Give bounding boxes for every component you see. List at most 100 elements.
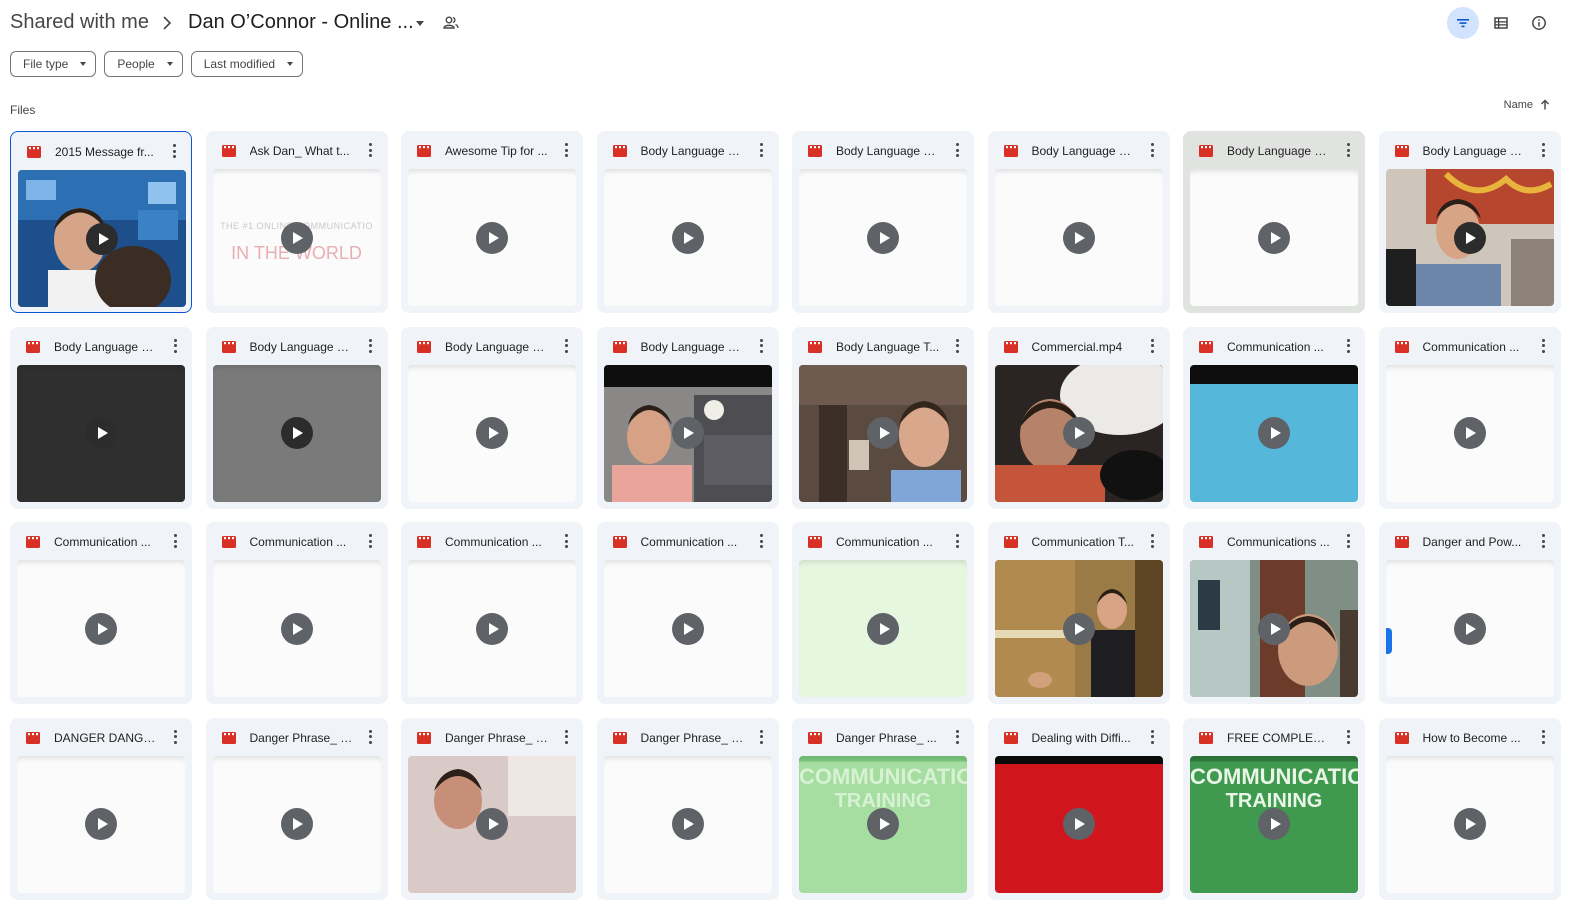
play-circle-icon[interactable] <box>85 808 117 840</box>
file-thumbnail[interactable] <box>1385 755 1554 893</box>
file-card[interactable]: Body Language S... <box>792 131 974 313</box>
play-circle-icon[interactable] <box>867 417 899 449</box>
play-circle-icon[interactable] <box>1453 612 1486 645</box>
file-card[interactable]: Ask Dan_ What t... THE #1 ONLINE COMMUNIC… <box>205 131 388 313</box>
file-card[interactable]: Body Language S... <box>596 326 779 509</box>
more-vert-icon[interactable] <box>1339 336 1357 356</box>
more-vert-icon[interactable] <box>362 140 380 160</box>
file-thumbnail[interactable] <box>17 364 185 502</box>
play-circle-icon[interactable] <box>476 417 508 449</box>
more-vert-icon[interactable] <box>166 727 184 747</box>
play-circle-icon[interactable] <box>280 221 313 254</box>
more-vert-icon[interactable] <box>1144 140 1162 160</box>
file-thumbnail[interactable] <box>799 364 967 502</box>
file-card[interactable]: Body Language S... <box>401 326 583 509</box>
file-card[interactable]: Communication ... <box>596 522 779 704</box>
more-vert-icon[interactable] <box>166 531 184 551</box>
play-circle-icon[interactable] <box>1258 417 1290 449</box>
file-thumbnail[interactable] <box>212 755 381 893</box>
play-circle-icon[interactable] <box>476 221 508 254</box>
more-vert-icon[interactable] <box>1339 531 1357 551</box>
file-thumbnail[interactable] <box>603 755 772 893</box>
file-card[interactable]: Communications ... <box>1183 522 1365 704</box>
more-vert-icon[interactable] <box>1339 140 1357 160</box>
file-thumbnail[interactable] <box>1190 169 1358 306</box>
play-circle-icon[interactable] <box>867 221 899 254</box>
more-vert-icon[interactable] <box>165 141 183 161</box>
play-circle-icon[interactable] <box>1258 612 1290 645</box>
file-card[interactable]: Body Language S... <box>1183 131 1365 313</box>
play-circle-icon[interactable] <box>671 221 704 254</box>
file-thumbnail[interactable] <box>1385 169 1554 306</box>
play-circle-icon[interactable] <box>86 222 118 255</box>
file-card[interactable]: Communication ... <box>10 522 192 704</box>
breadcrumb-current-folder[interactable]: Dan O’Connor - Online ... <box>188 11 414 34</box>
people-filter-chip[interactable]: People <box>104 51 183 77</box>
file-thumbnail[interactable] <box>212 560 381 697</box>
file-card[interactable]: Danger Phrase_ _... <box>205 717 388 900</box>
file-card[interactable]: Body Language S... <box>596 131 779 313</box>
file-card[interactable]: Body Language S... <box>205 326 388 509</box>
more-vert-icon[interactable] <box>753 531 771 551</box>
play-circle-icon[interactable] <box>1453 417 1486 449</box>
more-vert-icon[interactable] <box>557 336 575 356</box>
more-vert-icon[interactable] <box>362 531 380 551</box>
more-vert-icon[interactable] <box>1535 727 1553 747</box>
file-thumbnail[interactable] <box>408 755 576 893</box>
file-thumbnail[interactable] <box>1385 560 1554 697</box>
file-card[interactable]: Communication ... <box>1378 326 1561 509</box>
more-vert-icon[interactable] <box>1144 727 1162 747</box>
file-card[interactable]: Communication ... <box>401 522 583 704</box>
file-thumbnail[interactable]: THE #1 ONLINE COMMUNICATIO IN THE WORLD <box>212 169 381 306</box>
file-thumbnail[interactable] <box>1190 364 1358 502</box>
play-circle-icon[interactable] <box>1062 221 1095 254</box>
file-card[interactable]: Communication T... <box>987 522 1170 704</box>
play-circle-icon[interactable] <box>671 417 704 449</box>
play-circle-icon[interactable] <box>1062 808 1095 840</box>
file-thumbnail[interactable] <box>994 560 1163 697</box>
file-thumbnail[interactable] <box>408 560 576 697</box>
file-card[interactable]: Body Language T... <box>792 326 974 509</box>
file-card[interactable]: Danger and Pow... <box>1378 522 1561 704</box>
file-thumbnail[interactable] <box>603 560 772 697</box>
more-vert-icon[interactable] <box>753 140 771 160</box>
more-vert-icon[interactable] <box>557 531 575 551</box>
file-thumbnail[interactable] <box>603 364 772 502</box>
file-thumbnail[interactable]: COMMUNICATIO TRAINING <box>1190 755 1358 893</box>
file-card[interactable]: Danger Phrase_ _... <box>596 717 779 900</box>
play-circle-icon[interactable] <box>671 808 704 840</box>
more-vert-icon[interactable] <box>948 140 966 160</box>
play-circle-icon[interactable] <box>1062 612 1095 645</box>
play-circle-icon[interactable] <box>671 612 704 645</box>
more-vert-icon[interactable] <box>753 727 771 747</box>
file-card[interactable]: Body Language S... <box>10 326 192 509</box>
view-details-button[interactable] <box>1523 7 1555 39</box>
shared-folder-people-icon[interactable] <box>442 14 460 32</box>
file-thumbnail[interactable] <box>408 364 576 502</box>
caret-down-icon[interactable] <box>414 18 426 28</box>
file-thumbnail[interactable] <box>603 169 772 306</box>
file-thumbnail[interactable] <box>408 169 576 306</box>
play-circle-icon[interactable] <box>867 808 899 840</box>
file-thumbnail[interactable] <box>212 364 381 502</box>
play-circle-icon[interactable] <box>476 612 508 645</box>
file-thumbnail[interactable] <box>994 364 1163 502</box>
last-modified-filter-chip[interactable]: Last modified <box>190 51 304 77</box>
play-circle-icon[interactable] <box>1453 808 1486 840</box>
file-card[interactable]: Body Language S... <box>1378 131 1561 313</box>
file-card[interactable]: 2015 Message fr... <box>10 131 192 313</box>
play-circle-icon[interactable] <box>280 808 313 840</box>
more-vert-icon[interactable] <box>948 531 966 551</box>
more-vert-icon[interactable] <box>753 336 771 356</box>
more-vert-icon[interactable] <box>1535 336 1553 356</box>
more-vert-icon[interactable] <box>1535 140 1553 160</box>
play-circle-icon[interactable] <box>85 417 117 449</box>
file-card[interactable]: DANGER DANGE... <box>10 717 192 900</box>
file-thumbnail[interactable]: COMMUNICATIO TRAINING <box>799 755 967 893</box>
file-card[interactable]: Danger Phrase_ ... COMMUNICATIO TRAINING <box>792 717 974 900</box>
file-card[interactable]: Communication ... <box>792 522 974 704</box>
list-view-button[interactable] <box>1485 7 1517 39</box>
file-card[interactable]: Dealing with Diffi... <box>987 717 1170 900</box>
file-card[interactable]: Danger Phrase_ _... <box>401 717 583 900</box>
more-vert-icon[interactable] <box>1339 727 1357 747</box>
